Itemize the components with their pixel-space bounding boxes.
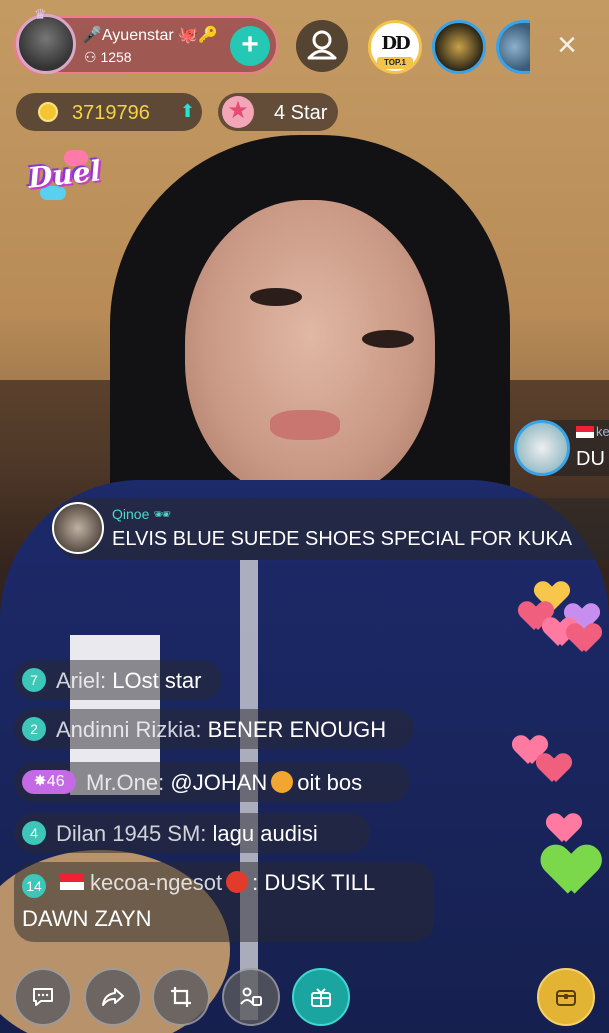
coin-value: 3719796 xyxy=(72,102,150,124)
coin-balance[interactable]: 3719796 ⬆ xyxy=(16,93,202,131)
chat-message[interactable]: 2 Andinni Rizkia: BENER ENOUGH xyxy=(14,709,414,749)
guests-icon xyxy=(240,987,262,1006)
chat-text: kecoa-ngesot: DUSK TILL xyxy=(90,870,376,895)
chat-user: Ariel: xyxy=(56,668,107,693)
heart-icon xyxy=(548,814,580,842)
right-eye xyxy=(362,330,414,348)
profile-button[interactable] xyxy=(296,20,348,72)
star-label: 4 Star xyxy=(274,102,328,124)
level-badge: 2 xyxy=(22,717,46,741)
chat-text: Mr.One: @JOHAN oit bos xyxy=(86,770,363,795)
gift-notification[interactable]: ke DU xyxy=(514,420,609,476)
share-button[interactable] xyxy=(84,968,142,1026)
chat-text-line2: DAWN ZAYN xyxy=(22,906,152,931)
chat-user: kecoa-ngesot xyxy=(90,870,223,895)
heart-icon xyxy=(568,624,600,652)
lips xyxy=(270,410,340,440)
crown-icon: ♛ xyxy=(34,6,47,22)
star-icon: ★ xyxy=(222,96,254,128)
treasure-icon xyxy=(556,990,576,1006)
chat-user: Dilan 1945 SM: xyxy=(56,821,207,846)
face xyxy=(185,200,435,500)
host-name: 🎤Ayuenstar 🐙🔑 xyxy=(82,27,218,44)
close-button[interactable]: × xyxy=(552,28,582,62)
user-icon xyxy=(307,30,337,60)
arrow-up-icon: ⬆ xyxy=(180,101,196,121)
crop-button[interactable] xyxy=(152,968,210,1026)
gift-icon xyxy=(311,988,331,1007)
pinned-avatar xyxy=(52,502,104,554)
pinned-user: Qinoe 🕶 xyxy=(112,506,172,522)
heart-icon xyxy=(544,846,598,894)
mic-icon: 🎤 xyxy=(82,27,102,44)
gift-text: DU xyxy=(576,448,605,470)
treasure-button[interactable] xyxy=(537,968,595,1026)
flag-indonesia-icon xyxy=(576,426,594,438)
chat-icon xyxy=(33,988,53,1006)
chat-message[interactable]: 4 Dilan 1945 SM: lagu audisi xyxy=(14,813,370,853)
viewer-logo: DD xyxy=(381,33,410,54)
tiger-icon xyxy=(271,771,294,793)
follow-button[interactable]: + xyxy=(230,26,270,66)
chat-text: Andinni Rizkia: BENER ENOUGH xyxy=(56,717,387,742)
top-badge: TOP.1 xyxy=(377,57,413,69)
chat-message[interactable]: ✸46 Mr.One: @JOHAN oit bos xyxy=(14,762,410,802)
pinned-text: ELVIS BLUE SUEDE SHOES SPECIAL FOR KUKA xyxy=(112,528,573,550)
share-icon xyxy=(102,988,124,1006)
left-eye xyxy=(250,288,302,306)
crop-icon xyxy=(171,987,191,1007)
guests-button[interactable] xyxy=(222,968,280,1026)
host-avatar[interactable] xyxy=(16,14,76,74)
level-badge: 7 xyxy=(22,668,46,692)
gift-sender-name: ke xyxy=(596,424,609,439)
person-icon: ⚇ xyxy=(84,49,97,65)
flag-indonesia-icon xyxy=(60,874,84,890)
chat-text: Dilan 1945 SM: lagu audisi xyxy=(56,821,318,846)
key-icon: 🔑 xyxy=(198,27,218,44)
heart-icon xyxy=(538,754,570,782)
host-fans: ⚇ 1258 xyxy=(84,49,132,65)
mario-icon xyxy=(226,871,249,893)
star-rank[interactable]: ★ 4 Star xyxy=(218,93,338,131)
chat-user: Andinni Rizkia: xyxy=(56,717,202,742)
chat-user: Mr.One: xyxy=(86,770,165,795)
close-icon: × xyxy=(557,26,577,64)
gift-button[interactable] xyxy=(292,968,350,1026)
vip-level-badge: ✸46 xyxy=(22,770,76,794)
coin-icon xyxy=(38,102,58,122)
level-badge: 4 xyxy=(22,821,46,845)
chat-message[interactable]: 7 Ariel: LOst star xyxy=(14,660,222,700)
level-badge: 14 xyxy=(22,874,46,898)
sunglasses-icon: 🕶 xyxy=(153,506,172,522)
chat-button[interactable] xyxy=(14,968,72,1026)
gift-sender-avatar xyxy=(514,420,570,476)
pinned-message[interactable]: Qinoe 🕶 ELVIS BLUE SUEDE SHOES SPECIAL F… xyxy=(52,498,609,560)
chat-message[interactable]: 14 kecoa-ngesot: DUSK TILL DAWN ZAYN xyxy=(14,862,434,942)
chat-text: Ariel: LOst star xyxy=(56,668,202,693)
viewer-avatar-top1[interactable]: DD TOP.1 xyxy=(368,20,422,74)
viewer-avatar-2[interactable] xyxy=(432,20,486,74)
octopus-icon: 🐙 xyxy=(173,27,199,44)
plus-icon: + xyxy=(241,28,259,61)
